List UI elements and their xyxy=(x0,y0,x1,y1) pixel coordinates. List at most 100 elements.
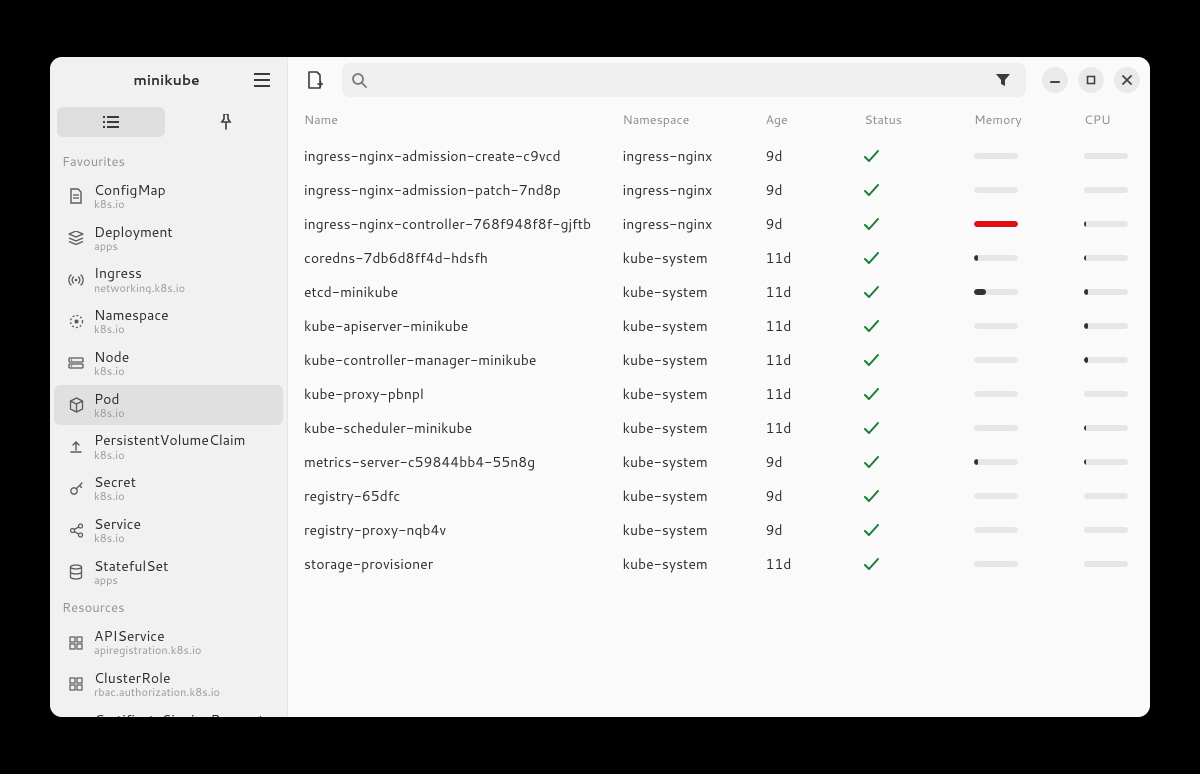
filter-button[interactable] xyxy=(990,67,1016,93)
search-icon xyxy=(352,73,367,88)
sidebar-item-sublabel: k8s.io xyxy=(94,490,136,503)
sidebar: minikube FavouritesConfigMapk8s.ioDeploy… xyxy=(50,57,288,717)
sidebar-item-persistentvolumeclaim[interactable]: PersistentVolumeClaimk8s.io xyxy=(54,426,283,467)
cell-cpu xyxy=(1076,343,1142,377)
sidebar-item-certificatesigningrequest[interactable]: CertificateSigningRequestcertificates.k8… xyxy=(54,706,283,717)
create-resource-button[interactable] xyxy=(298,63,332,97)
cell-memory xyxy=(966,173,1076,207)
table-row[interactable]: ingress-nginx-admission-patch-7nd8pingre… xyxy=(296,173,1142,207)
cell-namespace: kube-system xyxy=(615,445,758,479)
cell-cpu xyxy=(1076,377,1142,411)
sidebar-item-apiservice[interactable]: APIServiceapiregistration.k8s.io xyxy=(54,622,283,663)
table-row[interactable]: kube-controller-manager-minikubekube-sys… xyxy=(296,343,1142,377)
sidebar-item-node[interactable]: Nodek8s.io xyxy=(54,343,283,384)
sidebar-item-statefulset[interactable]: StatefulSetapps xyxy=(54,552,283,593)
usage-bar xyxy=(974,459,1018,465)
cell-age: 11d xyxy=(757,377,856,411)
sidebar-item-deployment[interactable]: Deploymentapps xyxy=(54,218,283,259)
col-header-age[interactable]: Age xyxy=(757,103,856,139)
cube-icon xyxy=(68,397,84,413)
sidebar-item-secret[interactable]: Secretk8s.io xyxy=(54,468,283,509)
col-header-memory[interactable]: Memory xyxy=(966,103,1076,139)
table-row[interactable]: ingress-nginx-admission-create-c9vcdingr… xyxy=(296,139,1142,173)
section-label: Resources xyxy=(50,593,287,621)
cell-memory xyxy=(966,343,1076,377)
pin-icon xyxy=(220,114,232,130)
table-row[interactable]: storage-provisionerkube-system11d xyxy=(296,547,1142,581)
sidebar-item-clusterrole[interactable]: ClusterRolerbac.authorization.k8s.io xyxy=(54,664,283,705)
close-button[interactable] xyxy=(1114,67,1140,93)
cell-memory xyxy=(966,445,1076,479)
cell-age: 11d xyxy=(757,343,856,377)
cell-name: ingress-nginx-admission-create-c9vcd xyxy=(296,139,615,173)
pin-view-toggle[interactable] xyxy=(172,107,280,137)
sidebar-item-ingress[interactable]: Ingressnetworking.k8s.io xyxy=(54,259,283,300)
cell-cpu xyxy=(1076,139,1142,173)
cell-age: 11d xyxy=(757,241,856,275)
key-icon xyxy=(68,481,84,497)
cell-memory xyxy=(966,377,1076,411)
col-header-name[interactable]: Name xyxy=(296,103,615,139)
check-icon xyxy=(864,184,958,197)
check-icon xyxy=(864,388,958,401)
sidebar-item-sublabel: k8s.io xyxy=(94,449,245,462)
search-input[interactable] xyxy=(375,72,982,88)
database-icon xyxy=(68,564,84,580)
table-row[interactable]: kube-apiserver-minikubekube-system11d xyxy=(296,309,1142,343)
usage-bar xyxy=(974,187,1018,193)
cell-namespace: ingress-nginx xyxy=(615,139,758,173)
usage-bar xyxy=(1084,221,1128,227)
check-icon xyxy=(864,354,958,367)
cell-status xyxy=(856,411,966,445)
cell-name: registry-proxy-nqb4v xyxy=(296,513,615,547)
maximize-button[interactable] xyxy=(1078,67,1104,93)
table-container: Name Namespace Age Status Memory CPU ing… xyxy=(288,103,1150,717)
file-plus-icon xyxy=(307,71,323,89)
check-icon xyxy=(864,252,958,265)
table-row[interactable]: kube-proxy-pbnplkube-system11d xyxy=(296,377,1142,411)
sidebar-item-sublabel: networking.k8s.io xyxy=(94,282,185,295)
cell-status xyxy=(856,445,966,479)
col-header-status[interactable]: Status xyxy=(856,103,966,139)
cell-memory xyxy=(966,241,1076,275)
table-row[interactable]: coredns-7db6d8ff4d-hdsfhkube-system11d xyxy=(296,241,1142,275)
check-icon xyxy=(864,490,958,503)
sidebar-item-namespace[interactable]: Namespacek8s.io xyxy=(54,301,283,342)
cell-status xyxy=(856,343,966,377)
usage-bar xyxy=(1084,493,1128,499)
usage-bar xyxy=(974,323,1018,329)
cell-cpu xyxy=(1076,547,1142,581)
table-row[interactable]: registry-65dfckube-system9d xyxy=(296,479,1142,513)
broadcast-icon xyxy=(68,272,84,288)
topbar xyxy=(288,57,1150,103)
cell-name: kube-controller-manager-minikube xyxy=(296,343,615,377)
table-row[interactable]: kube-scheduler-minikubekube-system11d xyxy=(296,411,1142,445)
col-header-namespace[interactable]: Namespace xyxy=(615,103,758,139)
table-row[interactable]: etcd-minikubekube-system11d xyxy=(296,275,1142,309)
check-icon xyxy=(864,150,958,163)
usage-bar xyxy=(1084,357,1128,363)
check-icon xyxy=(864,456,958,469)
search-bar[interactable] xyxy=(342,63,1026,97)
table-row[interactable]: metrics-server-c59844bb4-55n8gkube-syste… xyxy=(296,445,1142,479)
cell-status xyxy=(856,173,966,207)
col-header-cpu[interactable]: CPU xyxy=(1076,103,1142,139)
list-view-toggle[interactable] xyxy=(57,107,165,137)
table-row[interactable]: registry-proxy-nqb4vkube-system9d xyxy=(296,513,1142,547)
sidebar-item-sublabel: apps xyxy=(94,240,173,253)
sidebar-item-sublabel: k8s.io xyxy=(94,198,166,211)
table-row[interactable]: ingress-nginx-controller-768f948f8f-gjft… xyxy=(296,207,1142,241)
usage-bar xyxy=(974,289,1018,295)
menu-button[interactable] xyxy=(245,63,279,97)
maximize-icon xyxy=(1086,75,1096,85)
minimize-button[interactable] xyxy=(1042,67,1068,93)
check-icon xyxy=(864,558,958,571)
usage-bar xyxy=(974,357,1018,363)
sidebar-item-pod[interactable]: Podk8s.io xyxy=(54,385,283,426)
upload-icon xyxy=(68,439,84,455)
cell-cpu xyxy=(1076,241,1142,275)
sidebar-item-configmap[interactable]: ConfigMapk8s.io xyxy=(54,176,283,217)
sidebar-item-service[interactable]: Servicek8s.io xyxy=(54,510,283,551)
usage-bar xyxy=(974,255,1018,261)
cell-memory xyxy=(966,275,1076,309)
